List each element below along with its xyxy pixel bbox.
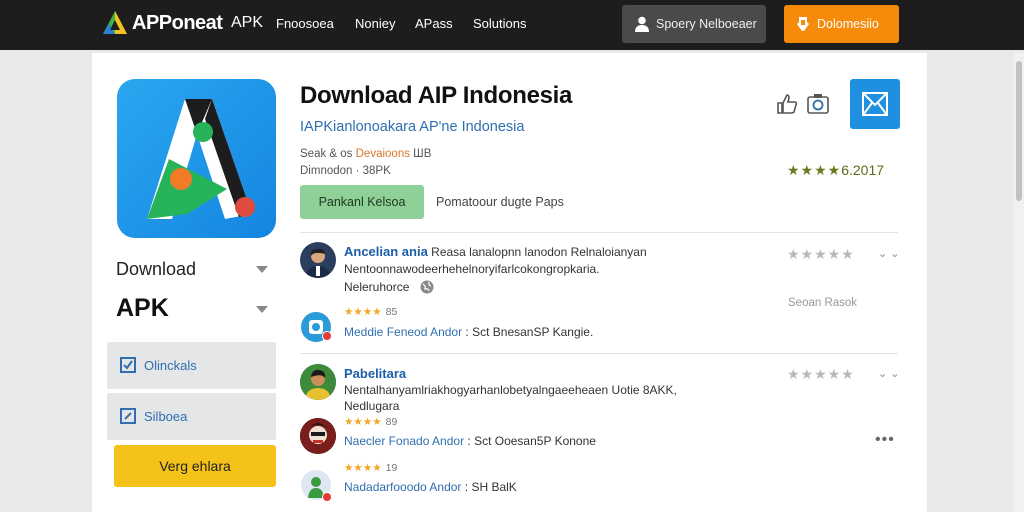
sidebar-item-label: Silboea [144,409,188,424]
review-rating-stars: ★★★★★ [787,246,855,262]
reply-stars: ★★★★ [344,306,382,318]
reply-text: : Sct Ooesan5P Konone [464,434,596,448]
brand-logo-icon[interactable] [102,10,128,36]
review-text-line: Ancelian ania Reasa lanalopnn lanodon Re… [344,244,647,260]
review-text-tail: Reasa lanalopnn lanodon Relnaloianyan [427,245,647,259]
nav-link-2[interactable]: Noniey [355,16,395,31]
reply-count: 19 [385,462,398,474]
more-options-icon[interactable]: ••• [875,431,895,449]
avatar[interactable] [300,242,336,278]
notification-badge [322,331,332,341]
reply-line: Nadadarfooodo Andor : SH BalK [344,480,517,494]
review-text-line: Nentoonnawodeerhehelnoryifarlcokongropka… [344,262,600,276]
expand-chevron-icon[interactable]: ⌄ ⌄ [878,247,900,260]
review-note: Seoan Rasok [788,297,858,309]
sidebar-item-edit[interactable]: Silboea [107,393,276,440]
camera-icon[interactable] [806,92,830,116]
avatar[interactable] [300,364,336,400]
reply-line: Meddie Feneod Andor : Sct BnesanSP Kangi… [344,325,593,339]
reply-text: : SH BalK [461,480,517,494]
reply-rating: ★★★★ 19 [344,462,397,474]
chevron-down-icon[interactable] [256,306,268,313]
chevron-down-icon[interactable] [256,266,268,273]
review-text-line: Nentalhanyamlriakhogyarhanlobetyalngaeeh… [344,383,677,397]
brand-subname: APK [231,14,264,31]
header-cta-button[interactable]: Dolomesiio [784,5,899,43]
rating-value: 6.2017 [841,162,885,178]
edit-icon [120,408,136,424]
avatar[interactable] [300,418,336,454]
notification-badge [322,492,332,502]
developer-link[interactable]: Devaioons [356,148,410,160]
account-search-label: Spoery Nelboeaer [656,17,757,31]
expand-chevron-icon[interactable]: ⌄ ⌄ [878,367,900,380]
app-meta-line: Seak & os Devaioons ШВ [300,148,431,160]
reviewer-name[interactable]: Ancelian ania [344,244,428,259]
brand-name[interactable]: APPoneat [132,12,223,35]
top-navigation-bar: APPoneat APK Fnoosoea Noniey APass Solut… [0,0,1024,50]
app-subtitle-link[interactable]: IAPKianlonoakara AP'ne Indonesia [300,119,524,135]
nav-link-1[interactable]: Fnoosoea [276,16,334,31]
app-size-line: Dimnodon · 38PK [300,165,391,177]
nav-link-4[interactable]: Solutions [473,16,526,31]
divider [300,353,898,354]
rating-stars: ★★★★ [787,162,842,178]
reply-author-link[interactable]: Naecler Fonado Andor [344,434,464,448]
reply-author-link[interactable]: Meddie Feneod Andor [344,325,462,339]
download-label: Download [116,259,197,279]
reply-count: 85 [385,306,398,318]
nav-link-3[interactable]: APass [415,16,453,31]
reply-author-link[interactable]: Nadadarfooodo Andor [344,480,461,494]
sidebar-item-checklist[interactable]: Olinckals [107,342,276,389]
sidebar-item-label: Olinckals [144,358,197,373]
reply-rating: ★★★★ 89 [344,416,397,428]
thumbs-up-icon[interactable] [776,93,798,115]
page-title: Download AIP Indonesia [300,82,573,109]
app-logo-icon [117,79,276,238]
reply-stars: ★★★★ [344,462,382,474]
pencil-icon [797,17,809,31]
page-scrollbar[interactable] [1014,53,1024,512]
app-rating: ★★★★6.2017 [787,162,884,179]
review-rating-stars: ★★★★★ [787,366,855,382]
mail-icon [862,92,888,116]
scrollbar-thumb[interactable] [1016,61,1022,201]
reply-count: 89 [385,416,398,428]
reply-text: : Sct BnesanSP Kangie. [462,325,594,339]
meta-suffix: ШВ [413,148,432,160]
review-text-line: Neleruhorce [344,280,410,294]
divider [300,232,898,233]
reply-line: Naecler Fonado Andor : Sct Ooesan5P Kono… [344,434,596,448]
share-button[interactable] [850,79,900,129]
reply-stars: ★★★★ [344,416,382,428]
checkbox-icon [120,357,136,373]
meta-prefix: Seak & os [300,148,353,160]
secondary-link[interactable]: Pomatoour dugte Paps [436,195,564,209]
primary-download-button[interactable]: Pankanl Kelsoa [300,185,424,219]
review-text-line: Nedlugara [344,399,400,413]
reply-rating: ★★★★ 85 [344,306,397,318]
sidebar-action-button[interactable]: Verg ehlara [114,445,276,487]
account-search-button[interactable]: Spoery Nelboeaer [622,5,766,43]
apk-label: APK [116,294,169,322]
globe-icon [420,280,434,294]
reviewer-name[interactable]: Pabelitara [344,366,406,381]
user-icon [635,16,649,32]
header-cta-label: Dolomesiio [817,17,879,31]
